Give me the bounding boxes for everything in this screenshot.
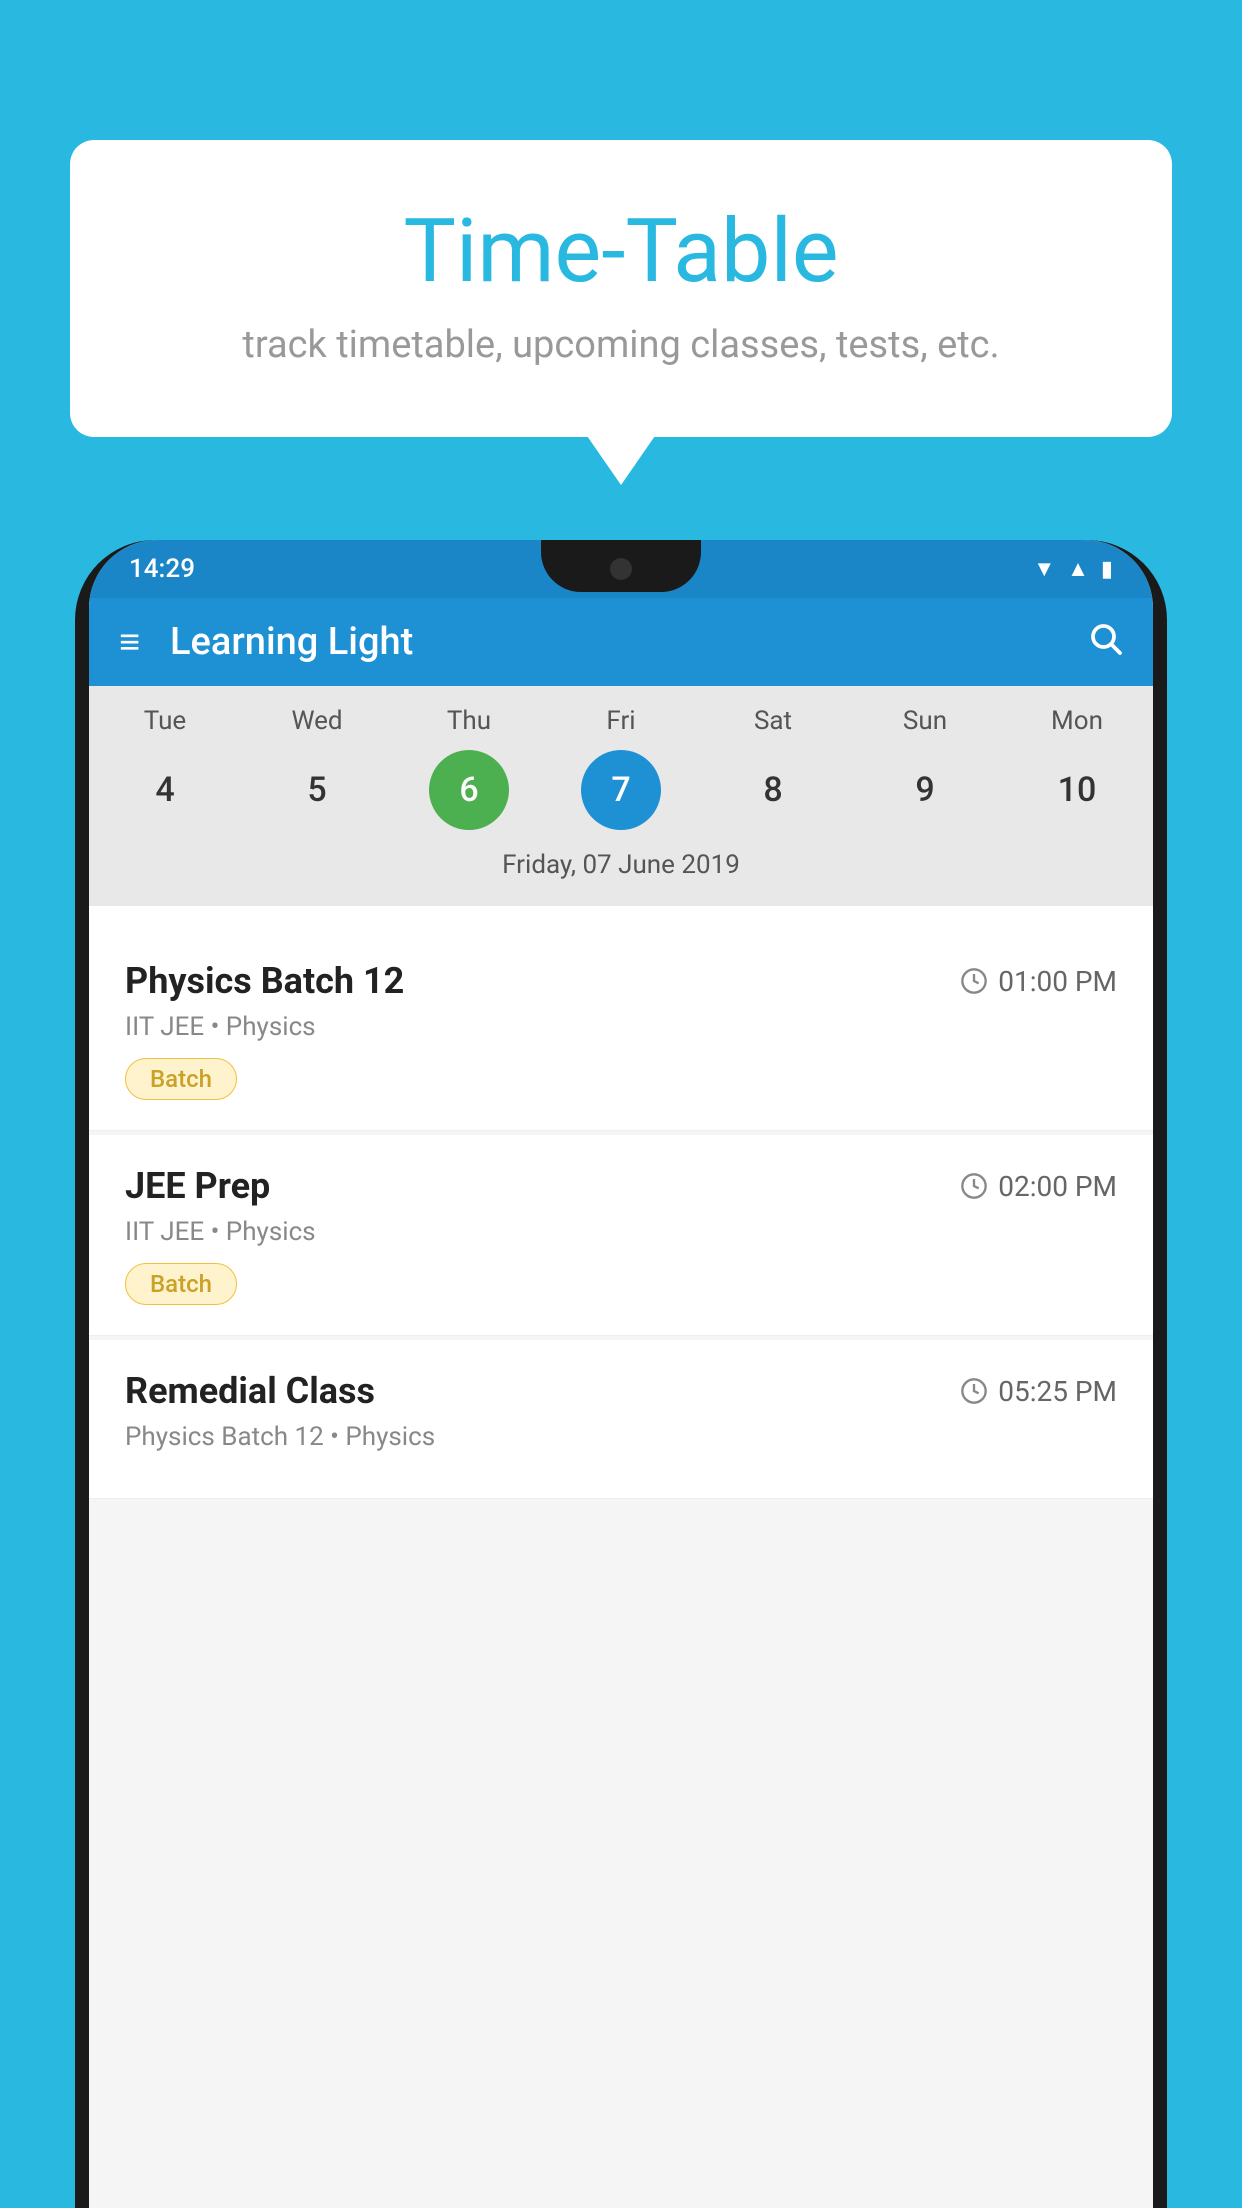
- day-number-10[interactable]: 10: [1037, 750, 1117, 830]
- calendar-strip: Tue Wed Thu Fri Sat Sun Mon 4 5 6 7 8 9 …: [89, 686, 1153, 906]
- schedule-item-2[interactable]: Remedial Class 05:25 PM Physics Batch 12…: [89, 1340, 1153, 1499]
- day-header-sun: Sun: [865, 706, 985, 736]
- day-header-mon: Mon: [1017, 706, 1137, 736]
- day-numbers: 4 5 6 7 8 9 10: [89, 750, 1153, 830]
- clock-icon-1: [960, 1172, 988, 1200]
- schedule-item-2-title: Remedial Class: [125, 1370, 375, 1412]
- wifi-icon: ▼: [1033, 556, 1055, 582]
- day-headers: Tue Wed Thu Fri Sat Sun Mon: [89, 706, 1153, 736]
- speech-bubble: Time-Table track timetable, upcoming cla…: [70, 140, 1172, 437]
- phone-screen: 14:29 ▼ ▲ ▮ ≡ Learning Light Tue Wed: [89, 540, 1153, 2208]
- day-number-9[interactable]: 9: [885, 750, 965, 830]
- status-icons: ▼ ▲ ▮: [1033, 556, 1113, 582]
- battery-icon: ▮: [1101, 557, 1113, 582]
- selected-date-label: Friday, 07 June 2019: [89, 840, 1153, 896]
- schedule-item-1-title: JEE Prep: [125, 1165, 270, 1207]
- day-header-thu: Thu: [409, 706, 529, 736]
- day-number-5[interactable]: 5: [277, 750, 357, 830]
- notch-camera: [610, 558, 632, 580]
- bubble-subtitle: track timetable, upcoming classes, tests…: [150, 323, 1092, 367]
- day-number-6-today[interactable]: 6: [429, 750, 509, 830]
- day-header-fri: Fri: [561, 706, 681, 736]
- schedule-item-1-header: JEE Prep 02:00 PM: [125, 1165, 1117, 1207]
- menu-icon[interactable]: ≡: [119, 621, 140, 663]
- day-header-wed: Wed: [257, 706, 377, 736]
- schedule-item-1-subtitle: IIT JEE • Physics: [125, 1217, 1117, 1247]
- schedule-item-0[interactable]: Physics Batch 12 01:00 PM IIT JEE • Phys…: [89, 930, 1153, 1131]
- phone-frame: 14:29 ▼ ▲ ▮ ≡ Learning Light Tue Wed: [75, 540, 1167, 2208]
- schedule-item-2-subtitle: Physics Batch 12 • Physics: [125, 1422, 1117, 1452]
- app-header: ≡ Learning Light: [89, 598, 1153, 686]
- schedule-item-1[interactable]: JEE Prep 02:00 PM IIT JEE • Physics Batc…: [89, 1135, 1153, 1336]
- clock-icon-0: [960, 967, 988, 995]
- schedule-item-0-badge: Batch: [125, 1058, 237, 1100]
- speech-bubble-container: Time-Table track timetable, upcoming cla…: [70, 140, 1172, 437]
- schedule-item-1-time: 02:00 PM: [960, 1170, 1117, 1203]
- phone-notch: [541, 540, 701, 592]
- day-header-sat: Sat: [713, 706, 833, 736]
- schedule-item-2-time: 05:25 PM: [960, 1375, 1117, 1408]
- schedule-item-1-badge: Batch: [125, 1263, 237, 1305]
- status-time: 14:29: [129, 554, 195, 584]
- day-number-8[interactable]: 8: [733, 750, 813, 830]
- day-number-7-selected[interactable]: 7: [581, 750, 661, 830]
- schedule-item-0-title: Physics Batch 12: [125, 960, 404, 1002]
- bubble-title: Time-Table: [150, 200, 1092, 303]
- day-header-tue: Tue: [105, 706, 225, 736]
- schedule-list: Physics Batch 12 01:00 PM IIT JEE • Phys…: [89, 930, 1153, 2208]
- schedule-item-2-header: Remedial Class 05:25 PM: [125, 1370, 1117, 1412]
- clock-icon-2: [960, 1377, 988, 1405]
- signal-icon: ▲: [1067, 556, 1089, 582]
- schedule-item-0-time: 01:00 PM: [960, 965, 1117, 998]
- search-icon[interactable]: [1087, 620, 1123, 665]
- day-number-4[interactable]: 4: [125, 750, 205, 830]
- schedule-item-0-subtitle: IIT JEE • Physics: [125, 1012, 1117, 1042]
- app-title: Learning Light: [170, 620, 1087, 664]
- schedule-item-0-header: Physics Batch 12 01:00 PM: [125, 960, 1117, 1002]
